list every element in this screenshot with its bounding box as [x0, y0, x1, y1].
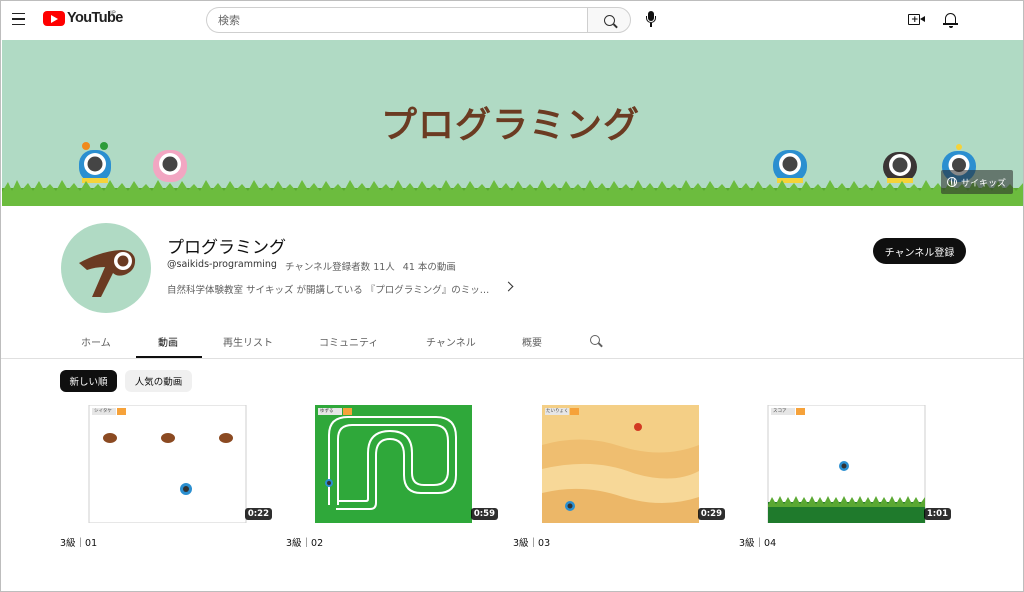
video-thumbnail[interactable]: シイタケ 0:22 [60, 405, 274, 523]
search-button[interactable] [587, 7, 631, 33]
banner-link-saikids[interactable]: サイキッズ [941, 170, 1013, 194]
tab-playlists[interactable]: 再生リスト [223, 334, 273, 349]
channel-tabs: ホーム 動画 再生リスト コミュニティ チャンネル 概要 [1, 323, 1023, 359]
thumbnail-game-scene [88, 405, 247, 523]
chevron-right-icon[interactable] [503, 281, 514, 292]
create-video-icon[interactable]: + [908, 13, 925, 26]
notifications-bell-icon[interactable] [943, 11, 959, 29]
video-duration: 0:22 [244, 508, 272, 520]
avatar-logo-icon [79, 250, 136, 297]
browser-frame: YouTube JP 検索 + プログラミング サイキッズ プログラミング @s… [0, 0, 1024, 592]
thumbnail-game-scene [542, 405, 699, 523]
channel-banner: プログラミング サイキッズ [2, 40, 1023, 206]
tab-about[interactable]: 概要 [522, 334, 542, 349]
thumbnail-game-scene [315, 405, 472, 523]
video-title[interactable]: 3級｜01 [60, 535, 97, 549]
thumbnail-label: スコア [773, 409, 787, 414]
search-icon [603, 14, 615, 26]
video-thumbnail[interactable]: ゆずる 0:59 [286, 405, 500, 523]
channel-search-button[interactable] [590, 335, 600, 345]
sort-chip-newest[interactable]: 新しい順 [60, 370, 117, 392]
video-title[interactable]: 3級｜03 [513, 535, 550, 549]
thumbnail-label: たいりょく [546, 409, 569, 414]
video-title[interactable]: 3級｜04 [739, 535, 776, 549]
banner-link-label: サイキッズ [961, 178, 1007, 189]
tab-channels[interactable]: チャンネル [426, 334, 476, 349]
thumbnail-label: シイタケ [94, 409, 112, 414]
thumbnail-label: ゆずる [320, 409, 334, 414]
video-duration: 0:59 [470, 508, 498, 520]
tab-community[interactable]: コミュニティ [319, 334, 378, 349]
subscriber-count: チャンネル登録者数 11人 [284, 262, 395, 273]
channel-avatar[interactable] [61, 223, 151, 313]
active-tab-indicator [136, 356, 202, 358]
channel-name: プログラミング [167, 238, 286, 258]
subscribe-button[interactable]: チャンネル登録 [873, 238, 966, 264]
tab-videos[interactable]: 動画 [158, 334, 178, 349]
video-title[interactable]: 3級｜02 [286, 535, 323, 549]
video-duration: 0:29 [697, 508, 725, 520]
tab-home[interactable]: ホーム [81, 334, 111, 349]
channel-handle: @saikids-programming [167, 259, 277, 270]
globe-icon [947, 177, 957, 187]
channel-description[interactable]: 自然科学体験教室 サイキッズ が開講している 『プログラミング』のミッ… [167, 282, 489, 296]
region-label: JP [110, 9, 116, 17]
video-count: 41 本の動画 [402, 262, 456, 273]
video-duration: 1:01 [923, 508, 951, 520]
video-thumbnail[interactable]: たいりょく 0:29 [513, 405, 727, 523]
top-bar: YouTube JP 検索 + [1, 1, 1023, 39]
search-placeholder: 検索 [218, 14, 240, 27]
sort-chip-popular[interactable]: 人気の動画 [125, 370, 192, 392]
microphone-icon[interactable] [642, 10, 660, 30]
video-thumbnail[interactable]: スコア 1:01 [739, 405, 953, 523]
blue-robot-mascot [79, 142, 111, 183]
search-input[interactable]: 検索 [206, 7, 587, 33]
hamburger-menu-icon[interactable] [10, 10, 28, 28]
thumbnail-game-scene [767, 405, 926, 523]
search-icon [590, 335, 600, 345]
youtube-play-icon [43, 10, 65, 26]
channel-meta: @saikids-programming チャンネル登録者数 11人 41 本の… [167, 259, 456, 273]
banner-grass [2, 180, 1023, 206]
